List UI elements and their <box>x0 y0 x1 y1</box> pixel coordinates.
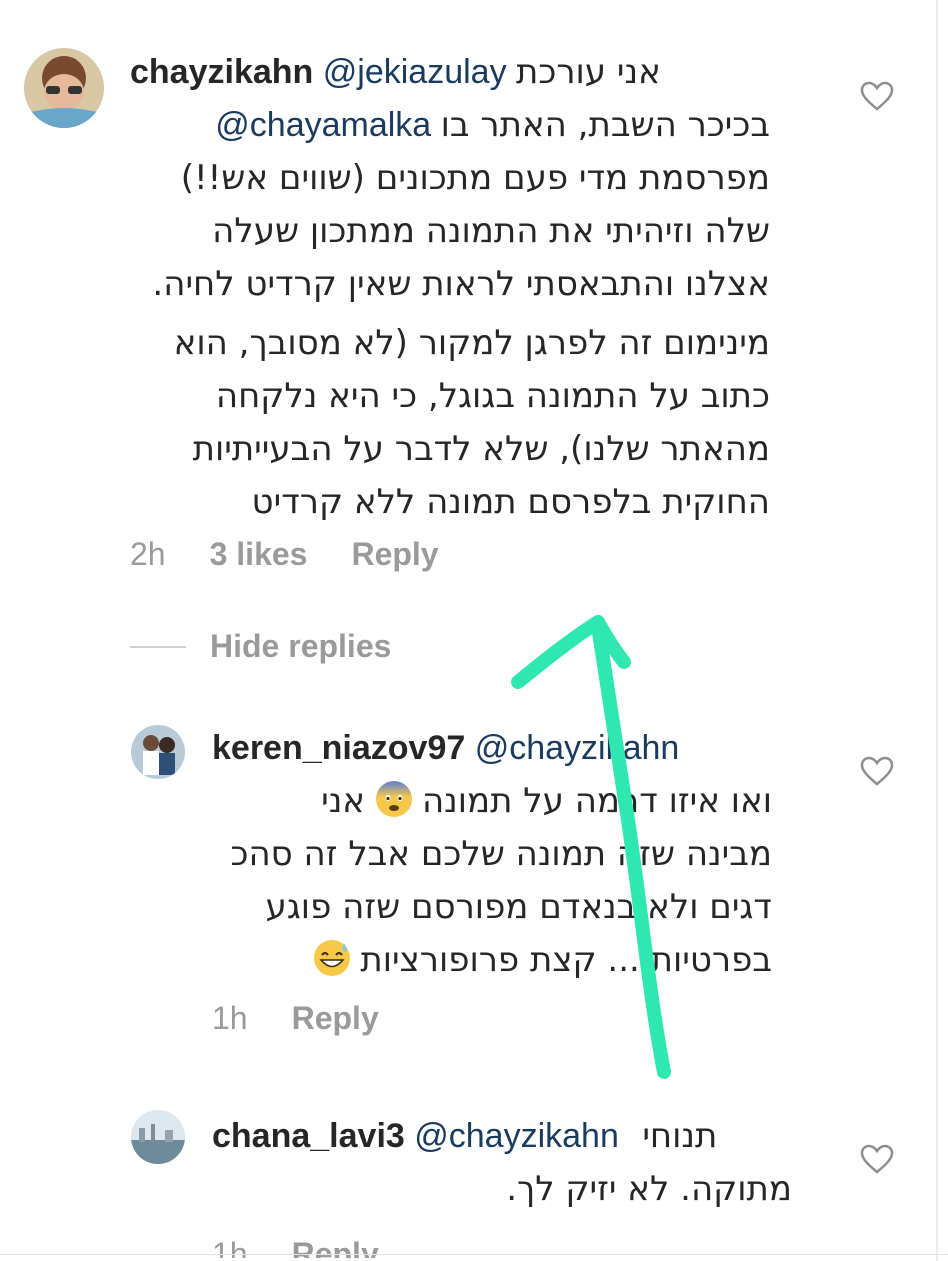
comment-line: כתוב על התמונה בגוגל, כי היא נלקחה <box>215 376 770 416</box>
comment-line: דגים ולא בנאדם מפורסם שזה פוגע <box>265 887 772 927</box>
right-edge-divider <box>936 0 938 1261</box>
likes-count-button[interactable]: 3 likes <box>210 536 308 573</box>
comment-first-line: keren_niazov97 @chayzikahn <box>212 722 772 775</box>
comment-text: ואו איזו דרמה על תמונה <box>421 781 772 821</box>
comment-first-line: chayzikahn @jekiazulay אני עורכת <box>130 46 770 99</box>
grinning-sweat-emoji <box>313 939 351 977</box>
heart-outline-icon[interactable] <box>860 81 894 111</box>
comment-line: החוקית בלפרסם תמונה ללא קרדיט <box>251 482 770 522</box>
comment-meta: 2h 3 likes Reply <box>130 536 439 573</box>
comment-text: אני <box>321 781 366 821</box>
hide-replies-divider <box>130 645 186 648</box>
heart-outline-icon[interactable] <box>860 1144 894 1174</box>
bottom-divider <box>0 1254 948 1255</box>
comment-text: בכיכר השבת, האתר בו <box>440 105 770 145</box>
comment-text: בפרטיות ... קצת פרופורציות <box>360 940 772 980</box>
comment-username[interactable]: keren_niazov97 <box>212 729 465 767</box>
comment-time: 1h <box>212 1000 248 1036</box>
comment-line: מתוקה. לא יזיק לך. <box>506 1169 792 1209</box>
avatar-keren-niazov97[interactable] <box>131 725 185 779</box>
hide-replies-label: Hide replies <box>210 628 392 664</box>
hide-replies-button[interactable]: Hide replies <box>130 628 391 665</box>
comment-username[interactable]: chana_lavi3 <box>212 1117 405 1155</box>
comment-mention[interactable]: @chayamalka <box>215 106 431 144</box>
avatar-chayzikahn[interactable] <box>24 48 104 128</box>
comment-line: מינימום זה לפרגן למקור (לא מסובך, הוא <box>173 323 770 363</box>
comment-text: אני עורכת <box>516 52 661 92</box>
comment-line: מהאתר שלנו), שלא לדבר על הבעייתיות <box>192 429 770 469</box>
comment-chayzikahn: chayzikahn @jekiazulay אני עורכת בכיכר ה… <box>130 46 770 529</box>
comment-line: ואו איזו דרמה על תמונה אני <box>212 775 772 828</box>
comment-keren-niazov97: keren_niazov97 @chayzikahn ואו איזו דרמה… <box>212 722 772 987</box>
anxious-face-emoji <box>375 780 413 818</box>
comment-line: בפרטיות ... קצת פרופורציות <box>212 934 772 987</box>
comment-line: מפרסמת מדי פעם מתכונים (שווים אש!!) <box>180 158 770 198</box>
heart-outline-icon[interactable] <box>860 756 894 786</box>
comment-mention[interactable]: @chayzikahn <box>475 729 680 767</box>
comment-meta: 1h Reply <box>212 1000 379 1037</box>
comment-username[interactable]: chayzikahn <box>130 53 313 91</box>
reply-button[interactable]: Reply <box>292 1000 379 1037</box>
comment-line: בכיכר השבת, האתר בו @chayamalka <box>130 99 770 152</box>
comment-time: 2h <box>130 536 166 572</box>
comment-mention[interactable]: @jekiazulay <box>323 53 507 91</box>
comment-line: מבינה שזה תמונה שלכם אבל זה סהכ <box>230 834 772 874</box>
comment-line: שלה וזיהיתי את התמונה ממתכון שעלה <box>212 211 770 251</box>
comment-text: תנוחי <box>642 1116 718 1156</box>
comment-line: אצלנו והתבאסתי לראות שאין קרדיט לחיה. <box>152 264 770 304</box>
comment-mention[interactable]: @chayzikahn <box>414 1117 619 1155</box>
reply-button[interactable]: Reply <box>351 536 438 573</box>
avatar-chana-lavi3[interactable] <box>131 1110 185 1164</box>
comment-first-line: chana_lavi3 @chayzikahn תנוחי <box>212 1110 792 1163</box>
comment-chana-lavi3: chana_lavi3 @chayzikahn תנוחי מתוקה. לא … <box>212 1110 792 1216</box>
